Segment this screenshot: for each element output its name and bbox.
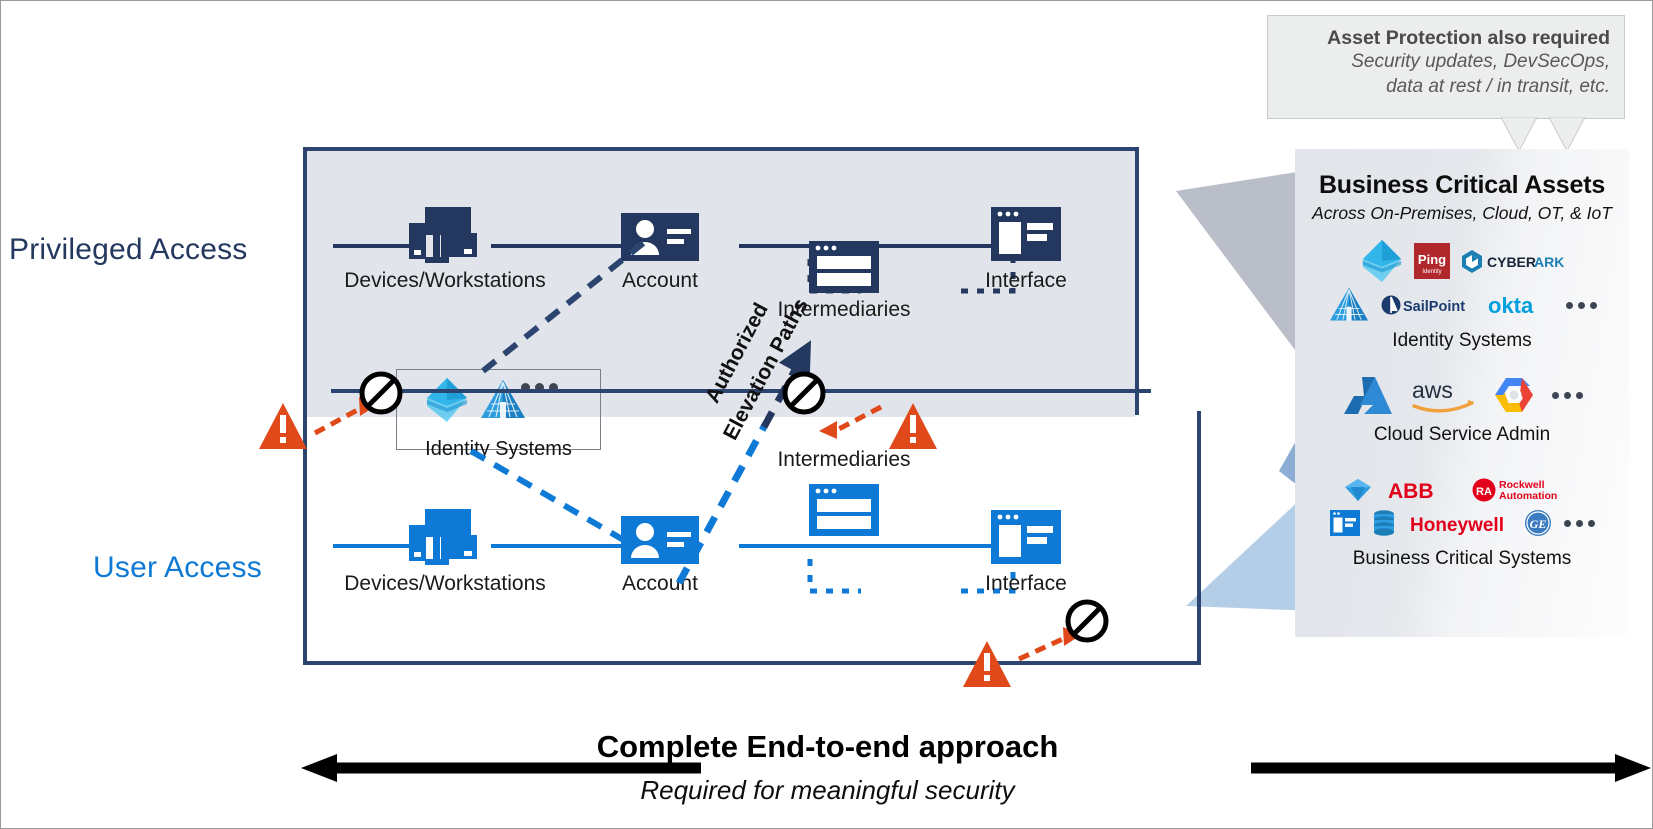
devices-icon <box>409 509 477 565</box>
ping-identity-logo: Ping Identity <box>1414 243 1450 279</box>
cloud-more-dots <box>1551 391 1583 399</box>
svg-text:ARK: ARK <box>1534 254 1564 270</box>
identity-logos-row-2: SailPoint okta <box>1295 286 1629 324</box>
business-critical-assets-panel: Business Critical Assets Across On-Premi… <box>1295 149 1629 637</box>
database-icon <box>1373 510 1394 536</box>
warning-middle <box>819 403 937 449</box>
prohibition-icon <box>359 371 403 415</box>
aws-logo: aws <box>1412 377 1474 413</box>
active-directory-pyramid-icon <box>481 380 525 418</box>
bcs-logos-row-1: ABB RA Rockwell Automation <box>1295 476 1629 504</box>
asset-panel-title: Business Critical Assets <box>1318 171 1606 199</box>
callout-line-1: Asset Protection also required <box>1327 27 1610 49</box>
asset-group-label: Business Critical Systems <box>1352 548 1572 569</box>
asset-group-business-critical-systems: ABB RA Rockwell Automation Honeywell GE … <box>1295 476 1629 570</box>
azure-ad-icon <box>427 378 467 422</box>
sailpoint-logo: SailPoint <box>1381 295 1465 315</box>
callout-line-2: Security updates, DevSecOps, <box>1351 51 1610 73</box>
asset-group-label: Cloud Service Admin <box>1373 424 1551 445</box>
sap-diamond-logo <box>1345 479 1371 501</box>
asset-group-identity-systems: Ping Identity CYBER ARK SailPoint okta I… <box>1295 238 1629 352</box>
svg-text:SailPoint: SailPoint <box>1403 299 1465 315</box>
svg-text:ABB: ABB <box>1388 480 1434 503</box>
ge-logo: GE <box>1524 510 1551 536</box>
bcs-logos-row-2: Honeywell GE <box>1295 508 1629 538</box>
asset-group-label: Identity Systems <box>1392 330 1532 351</box>
user-access-label: User Access <box>93 551 262 584</box>
svg-text:Automation: Automation <box>1499 490 1557 502</box>
svg-text:GE: GE <box>1529 517 1546 531</box>
window-icon <box>809 241 879 293</box>
google-cloud-logo <box>1494 378 1533 412</box>
svg-text:Ping: Ping <box>1418 252 1446 267</box>
user-devices-label: Devices/Workstations <box>344 572 546 595</box>
prohibition-icon <box>1065 599 1109 643</box>
rockwell-automation-logo: RA Rockwell Automation <box>1472 478 1557 502</box>
cyberark-logo: CYBER ARK <box>1462 250 1564 273</box>
identity-logos-row-1: Ping Identity CYBER ARK <box>1295 238 1629 284</box>
svg-text:CYBER: CYBER <box>1487 254 1536 270</box>
asset-group-cloud-service-admin: aws Cloud Service Admin <box>1295 374 1629 446</box>
diagram-canvas: Privileged Access User Access Devices/Wo… <box>0 0 1653 829</box>
abb-logo: ABB <box>1388 480 1434 503</box>
okta-logo: okta <box>1488 293 1534 318</box>
svg-text:okta: okta <box>1488 293 1534 318</box>
privileged-access-label: Privileged Access <box>9 233 248 266</box>
svg-text:Honeywell: Honeywell <box>1410 515 1504 536</box>
svg-text:aws: aws <box>1412 377 1453 403</box>
identity-more-dots <box>1565 301 1597 309</box>
svg-text:RA: RA <box>1476 486 1492 498</box>
interface-window-icon <box>991 510 1061 564</box>
azure-logo <box>1343 377 1392 414</box>
asset-panel-subtitle: Across On-Premises, Cloud, OT, & IoT <box>1312 203 1612 223</box>
banner-title: Complete End-to-end approach <box>596 729 1059 764</box>
privileged-interface-label: Interface <box>985 269 1067 292</box>
azure-ad-icon <box>1362 239 1402 283</box>
prohibition-icon <box>782 371 826 415</box>
honeywell-logo: Honeywell <box>1410 515 1504 536</box>
svg-text:Identity: Identity <box>1422 269 1441 275</box>
callout-line-3: data at rest / in transit, etc. <box>1386 76 1610 98</box>
identity-to-privileged-account-link <box>481 234 653 374</box>
asset-protection-callout: Asset Protection also required Security … <box>1267 15 1625 119</box>
interface-window-icon <box>1329 510 1360 536</box>
banner-subtitle: Required for meaningful security <box>640 775 1015 805</box>
user-interface-label: Interface <box>985 572 1067 595</box>
interface-window-icon <box>991 207 1061 261</box>
bcs-more-dots <box>1563 519 1595 527</box>
cloud-logos-row: aws <box>1295 374 1629 416</box>
active-directory-pyramid-icon <box>1329 287 1368 321</box>
